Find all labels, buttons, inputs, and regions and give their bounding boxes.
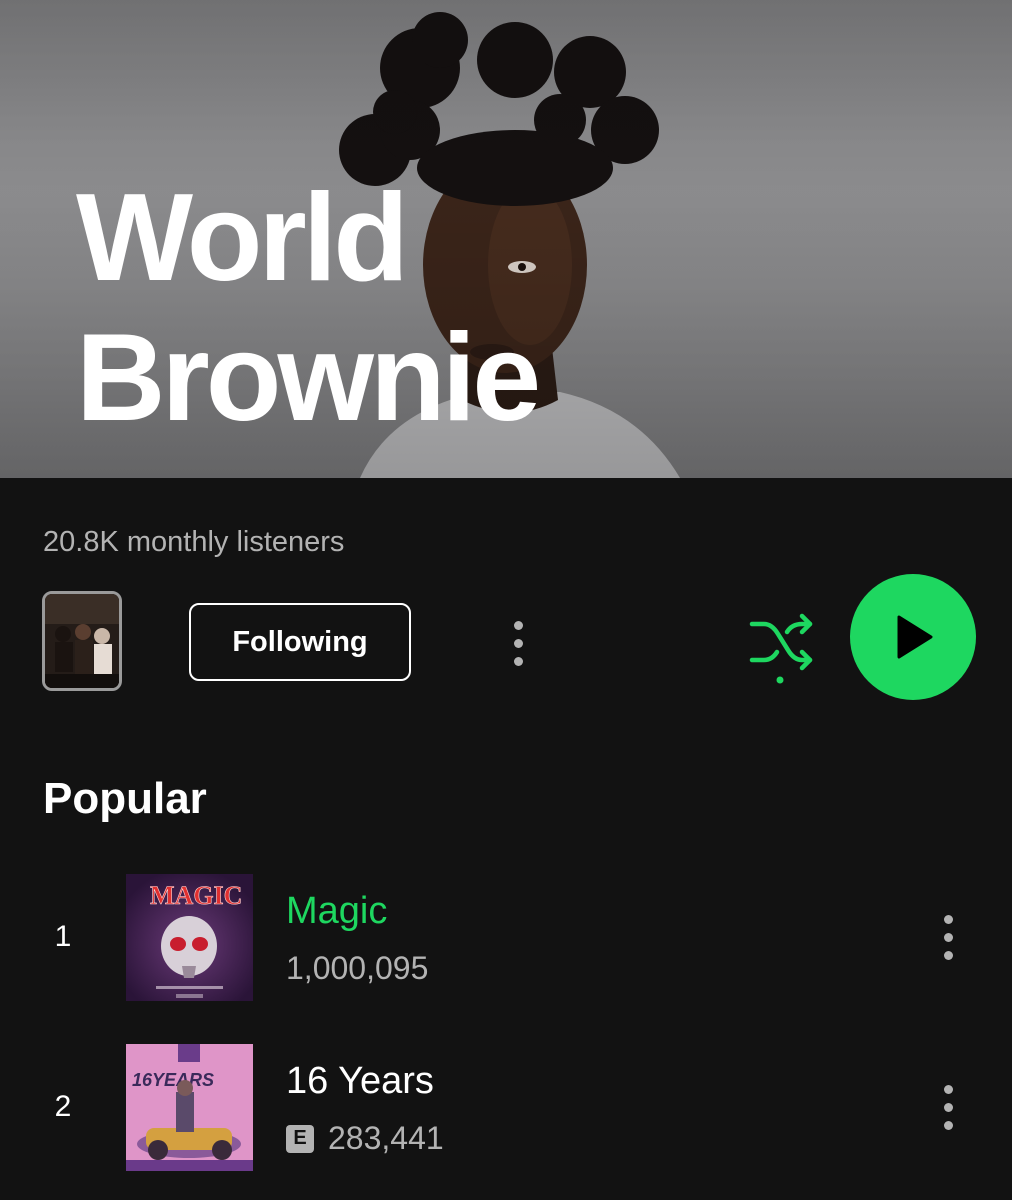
shuffle-icon — [749, 613, 813, 684]
shuffle-button[interactable] — [744, 606, 816, 690]
monthly-listeners: 20.8K monthly listeners — [43, 526, 345, 558]
play-count: 1,000,095 — [286, 950, 429, 986]
track-more-options-icon[interactable] — [928, 1072, 968, 1142]
track-row[interactable]: 2 16YEARS 16 Years E 283,441 — [0, 1044, 1012, 1172]
artist-pick-thumbnail[interactable] — [42, 591, 122, 691]
artist-name-line-2: Brownie — [76, 309, 541, 447]
cover-title-text: MAGIC — [150, 881, 242, 910]
magic-cover-art: MAGIC — [126, 874, 253, 1001]
play-count: 283,441 — [328, 1120, 444, 1156]
artist-name: World Brownie — [76, 168, 796, 448]
explicit-badge: E — [286, 1124, 314, 1153]
more-options-icon[interactable] — [498, 608, 538, 678]
track-title: Magic — [286, 890, 388, 932]
track-play-count: E 283,441 — [286, 1120, 444, 1157]
track-artwork: MAGIC — [126, 874, 253, 1001]
thumbnail-image — [45, 594, 119, 688]
play-button[interactable] — [850, 574, 976, 700]
track-rank: 1 — [54, 920, 72, 953]
following-button[interactable]: Following — [189, 603, 411, 681]
popular-heading: Popular — [43, 774, 207, 823]
cover-title-text: 16YEARS — [132, 1070, 214, 1090]
track-artwork: 16YEARS — [126, 1044, 253, 1171]
artist-name-line-1: World — [76, 169, 409, 307]
track-rank: 2 — [54, 1090, 72, 1123]
16-years-cover-art: 16YEARS — [126, 1044, 253, 1171]
play-icon — [897, 615, 933, 659]
artist-page: World Brownie 20.8K monthly listeners Fol… — [0, 0, 1012, 1200]
artist-hero: World Brownie — [0, 0, 1012, 478]
track-more-options-icon[interactable] — [928, 902, 968, 972]
track-play-count: 1,000,095 — [286, 950, 428, 987]
track-row[interactable]: 1 MAGIC Magic 1,000,095 — [0, 874, 1012, 1002]
track-title: 16 Years — [286, 1060, 434, 1102]
